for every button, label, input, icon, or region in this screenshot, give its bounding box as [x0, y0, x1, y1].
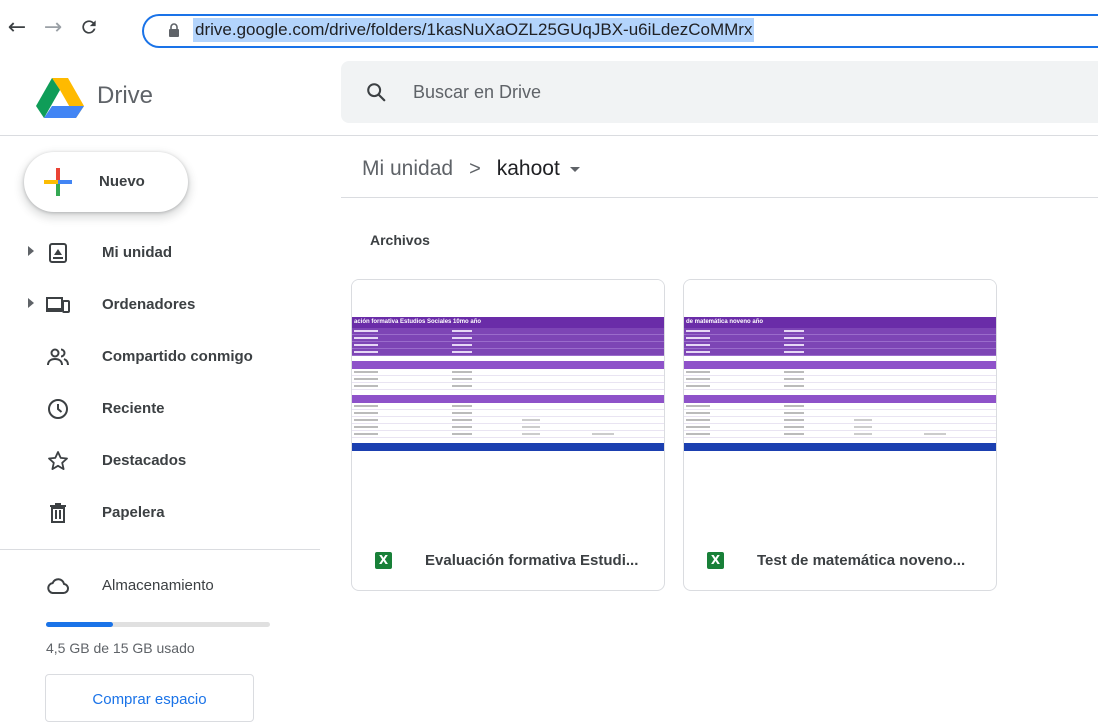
- sidebar-item-almacenamiento[interactable]: Almacenamiento: [0, 566, 330, 606]
- reload-icon[interactable]: [76, 14, 102, 40]
- drive-logo-icon[interactable]: [36, 78, 84, 118]
- sidebar-item-label: Ordenadores: [102, 296, 196, 313]
- clock-icon: [48, 399, 68, 419]
- cloud-icon: [47, 578, 69, 594]
- star-icon: [48, 451, 68, 470]
- file-name[interactable]: Test de matemática noveno...: [757, 552, 965, 569]
- spreadsheet-preview: de matemática noveno año: [684, 317, 996, 451]
- back-arrow-icon[interactable]: ←: [4, 14, 30, 40]
- trash-icon: [50, 503, 66, 523]
- sidebar-item-label: Compartido conmigo: [102, 348, 253, 365]
- thumbnail-title: ación formativa Estudios Sociales 10mo a…: [352, 317, 664, 328]
- url-text[interactable]: drive.google.com/drive/folders/1kasNuXaO…: [193, 18, 755, 42]
- section-title: Archivos: [370, 232, 430, 248]
- main-divider: [341, 197, 1098, 198]
- breadcrumb-current[interactable]: kahoot: [497, 157, 560, 181]
- storage-usage-text: 4,5 GB de 15 GB usado: [46, 640, 195, 656]
- drive-icon: [49, 243, 67, 263]
- drive-header: Drive: [0, 56, 1098, 136]
- sidebar-item-label: Reciente: [102, 400, 165, 417]
- file-thumbnail: de matemática noveno año: [684, 280, 996, 512]
- file-card[interactable]: ación formativa Estudios Sociales 10mo a…: [351, 279, 665, 591]
- thumbnail-title: de matemática noveno año: [684, 317, 996, 328]
- sidebar-item-ordenadores[interactable]: Ordenadores: [0, 285, 330, 325]
- storage-progress-bar: [46, 622, 270, 627]
- sidebar-item-papelera[interactable]: Papelera: [0, 493, 330, 533]
- shared-icon: [47, 348, 69, 366]
- breadcrumb: Mi unidad > kahoot: [362, 155, 580, 183]
- file-name-row[interactable]: X Test de matemática noveno...: [684, 542, 996, 582]
- search-bar[interactable]: [341, 61, 1098, 123]
- storage-label: Almacenamiento: [102, 577, 214, 594]
- sidebar-divider: [0, 549, 320, 550]
- file-name-row[interactable]: X Evaluación formativa Estudi...: [352, 542, 664, 582]
- sidebar-item-reciente[interactable]: Reciente: [0, 389, 330, 429]
- sidebar-item-label: Destacados: [102, 452, 187, 469]
- sheets-file-icon: X: [707, 552, 724, 569]
- forward-arrow-icon[interactable]: →: [40, 14, 66, 40]
- dropdown-caret-icon[interactable]: [569, 166, 580, 172]
- app-name[interactable]: Drive: [97, 82, 153, 110]
- breadcrumb-root[interactable]: Mi unidad: [362, 157, 453, 181]
- storage-progress-fill: [46, 622, 114, 627]
- breadcrumb-separator: >: [469, 157, 481, 180]
- sidebar-item-label: Papelera: [102, 504, 165, 521]
- expand-caret-icon[interactable]: [28, 298, 34, 308]
- file-name[interactable]: Evaluación formativa Estudi...: [425, 552, 638, 569]
- search-icon[interactable]: [365, 81, 387, 103]
- sidebar-item-label: Mi unidad: [102, 244, 172, 261]
- file-thumbnail: ación formativa Estudios Sociales 10mo a…: [352, 280, 664, 512]
- lock-icon: [169, 23, 179, 37]
- new-button-label: Nuevo: [99, 173, 145, 190]
- sidebar-item-destacados[interactable]: Destacados: [0, 441, 330, 481]
- computers-icon: [46, 297, 70, 313]
- sheets-file-icon: X: [375, 552, 392, 569]
- search-input[interactable]: [413, 61, 1013, 123]
- plus-icon: [44, 168, 72, 196]
- browser-bar: ← → drive.google.com/drive/folders/1kasN…: [0, 0, 1098, 56]
- file-card[interactable]: de matemática noveno año X Test de matem…: [683, 279, 997, 591]
- sidebar-item-mi-unidad[interactable]: Mi unidad: [0, 233, 330, 273]
- spreadsheet-preview: ación formativa Estudios Sociales 10mo a…: [352, 317, 664, 451]
- new-button[interactable]: Nuevo: [24, 152, 188, 212]
- sidebar-item-compartido[interactable]: Compartido conmigo: [0, 337, 330, 377]
- expand-caret-icon[interactable]: [28, 246, 34, 256]
